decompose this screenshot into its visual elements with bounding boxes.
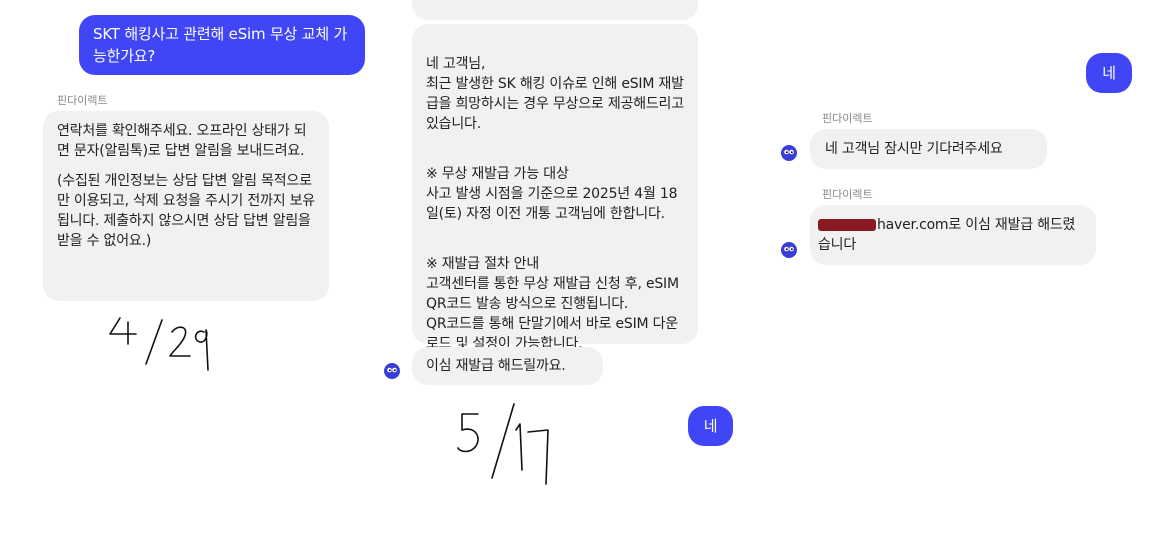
redacted-email-mark (818, 219, 876, 231)
bot-message-paragraph: ※ 재발급 절차 안내 고객센터를 통한 무상 재발급 신청 후, eSIM Q… (426, 256, 679, 352)
bot-message-bubble: 이심 재발급 해드릴까요. (412, 347, 603, 385)
bot-message-bubble: 네 고객님, 최근 발생한 SK 해킹 이슈로 인해 eSIM 재발급을 희망하… (412, 24, 698, 352)
bot-message-text: 이심 재발급 해드릴까요. (426, 358, 566, 374)
handwritten-date-4-29 (109, 317, 209, 371)
bot-avatar-icon (781, 145, 797, 161)
bot-avatar-icon (781, 242, 797, 258)
user-message-bubble: 네 (688, 406, 733, 446)
bot-avatar-icon (384, 363, 400, 379)
bot-message-paragraph: ※ 무상 재발급 가능 대상 사고 발생 시점을 기준으로 2025년 4월 1… (426, 166, 678, 222)
user-message-text: 네 (703, 417, 718, 435)
bot-message-paragraph: 네 고객님, 최근 발생한 SK 해킹 이슈로 인해 eSIM 재발급을 희망하… (426, 56, 684, 132)
handwritten-date-5-17 (457, 403, 549, 485)
user-message-text: 네 (1102, 64, 1116, 82)
sender-name: 핀다이렉트 (822, 188, 873, 201)
user-message-bubble: 네 (1086, 53, 1132, 93)
bot-message-paragraph: (수집된 개인정보는 상담 답변 알림 목적으로만 이용되고, 삭제 요청을 주… (57, 173, 315, 249)
bot-message-text: 네 고객님 잠시만 기다려주세요 (825, 141, 1003, 157)
bot-message-bubble: 네 고객님 잠시만 기다려주세요 (810, 129, 1047, 169)
bot-message-bubble: haver.com로 이심 재발급 해드렸습니다 (810, 205, 1096, 265)
sender-name: 핀다이렉트 (822, 112, 873, 125)
bot-message-paragraph: 연락처를 확인해주세요. 오프라인 상태가 되면 문자(알림톡)로 답변 알림을… (57, 123, 307, 159)
sender-name: 핀다이렉트 (57, 94, 108, 107)
user-message-text: SKT 해킹사고 관련해 eSim 무상 교체 가능한가요? (93, 25, 348, 65)
user-message-bubble: SKT 해킹사고 관련해 eSim 무상 교체 가능한가요? (79, 15, 365, 75)
bot-message-bubble-top-fragment (412, 0, 698, 20)
bot-message-bubble: 연락처를 확인해주세요. 오프라인 상태가 되면 문자(알림톡)로 답변 알림을… (43, 111, 329, 301)
